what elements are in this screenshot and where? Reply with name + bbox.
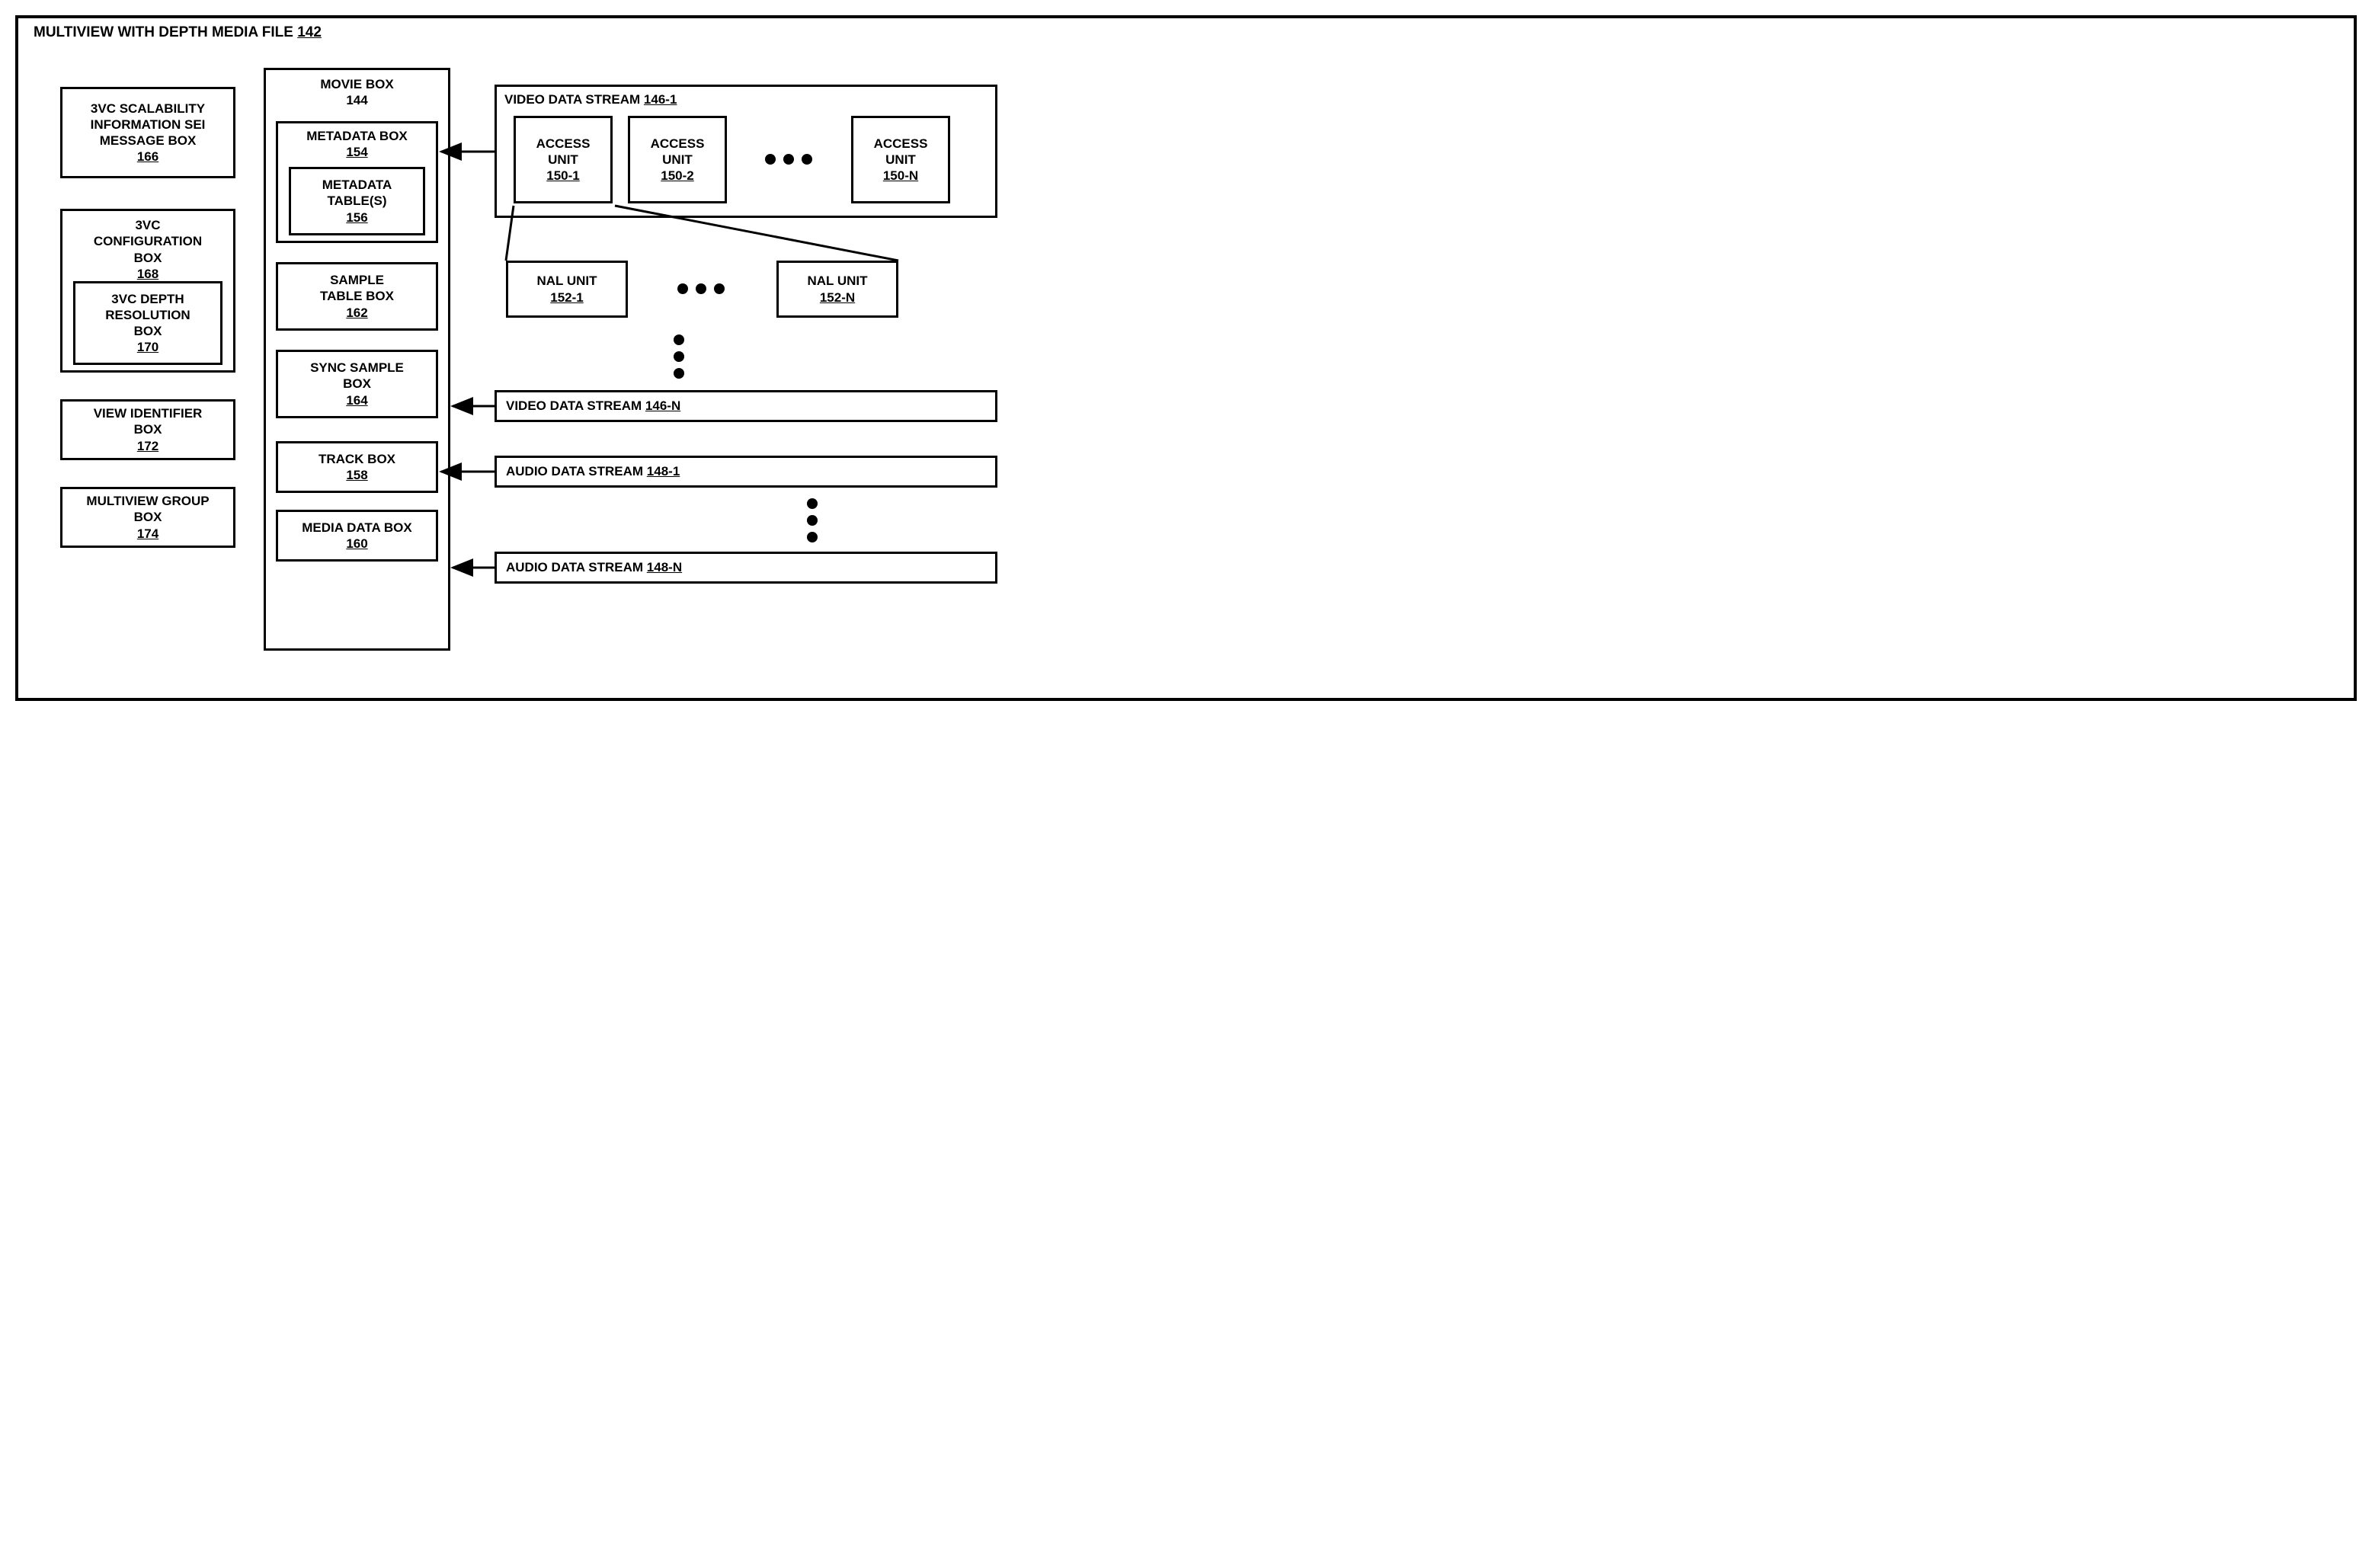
aun-ref: 150-N [883,168,918,184]
adsn-ref: 148-N [647,560,682,574]
naln-title: NAL UNIT [807,273,867,289]
mvgroup-ref: 174 [137,526,158,542]
config-l3: BOX [134,250,162,266]
au1-ref: 150-1 [546,168,579,184]
viewid-l1: VIEW IDENTIFIER [94,405,203,421]
media-data-box: MEDIA DATA BOX 160 [276,510,438,562]
movie-title: MOVIE BOX [320,76,393,92]
au2-ref: 150-2 [661,168,693,184]
metabox-title: METADATA BOX [306,128,408,144]
vds1-title-row: VIDEO DATA STREAM 146-1 [504,91,677,107]
mvgroup-l1: MULTIVIEW GROUP [86,493,209,509]
ads1-title: AUDIO DATA STREAM [506,464,643,478]
viewid-ref: 172 [137,438,158,454]
depth-ref: 170 [137,339,158,355]
depth-l2: RESOLUTION [105,307,190,323]
au2-l1: ACCESS [651,136,705,152]
au2-l2: UNIT [662,152,693,168]
file-title: MULTIVIEW WITH DEPTH MEDIA FILE 142 [34,24,322,41]
adsn-title-row: AUDIO DATA STREAM 148-N [506,559,682,575]
vdsn-title-row: VIDEO DATA STREAM 146-N [506,398,680,414]
nal1-title: NAL UNIT [536,273,597,289]
track-ref: 158 [346,467,367,483]
ellipsis-ads-icon [807,498,818,542]
config-ref: 168 [137,266,158,282]
file-title-text: MULTIVIEW WITH DEPTH MEDIA FILE [34,24,293,40]
metabox-ref: 154 [346,144,367,160]
file-container: MULTIVIEW WITH DEPTH MEDIA FILE 142 3VC … [15,15,2357,701]
track-box: TRACK BOX 158 [276,441,438,493]
nal-unit-n: NAL UNIT 152-N [776,261,898,318]
metadata-tables-box: METADATA TABLE(S) 156 [289,167,425,235]
adsn-title: AUDIO DATA STREAM [506,560,643,574]
metatable-l2: TABLE(S) [327,193,386,209]
depth-l1: 3VC DEPTH [111,291,184,307]
vds1-ref: 146-1 [644,92,677,107]
audio-data-stream-n: AUDIO DATA STREAM 148-N [495,552,997,584]
sync-l2: BOX [343,376,371,392]
sample-ref: 162 [346,305,367,321]
ellipsis-nal-icon [677,283,725,294]
sei-ref: 166 [137,149,158,165]
mediadata-ref: 160 [346,536,367,552]
sei-l3: MESSAGE BOX [100,133,197,149]
sample-l1: SAMPLE [330,272,384,288]
sei-l1: 3VC SCALABILITY [91,101,205,117]
metatable-l1: METADATA [322,177,392,193]
ellipsis-vds-icon [674,334,684,379]
sync-ref: 164 [346,392,367,408]
nal-unit-1: NAL UNIT 152-1 [506,261,628,318]
ads1-title-row: AUDIO DATA STREAM 148-1 [506,463,680,479]
sei-l2: INFORMATION SEI [91,117,206,133]
mvgroup-l2: BOX [134,509,162,525]
sei-message-box: 3VC SCALABILITY INFORMATION SEI MESSAGE … [60,87,235,178]
multiview-group-box: MULTIVIEW GROUP BOX 174 [60,487,235,548]
vdsn-ref: 146-N [645,398,680,413]
view-identifier-box: VIEW IDENTIFIER BOX 172 [60,399,235,460]
depth-resolution-box: 3VC DEPTH RESOLUTION BOX 170 [73,281,222,365]
sync-sample-box: SYNC SAMPLE BOX 164 [276,350,438,418]
track-title: TRACK BOX [319,451,395,467]
access-unit-1: ACCESS UNIT 150-1 [514,116,613,203]
metatable-ref: 156 [346,210,367,226]
ads1-ref: 148-1 [647,464,680,478]
audio-data-stream-1: AUDIO DATA STREAM 148-1 [495,456,997,488]
nal1-ref: 152-1 [550,290,583,306]
vdsn-title: VIDEO DATA STREAM [506,398,642,413]
au1-l2: UNIT [548,152,578,168]
viewid-l2: BOX [134,421,162,437]
naln-ref: 152-N [820,290,855,306]
access-unit-2: ACCESS UNIT 150-2 [628,116,727,203]
vds1-title: VIDEO DATA STREAM [504,92,640,107]
sample-table-box: SAMPLE TABLE BOX 162 [276,262,438,331]
aun-l2: UNIT [885,152,916,168]
config-l2: CONFIGURATION [94,233,202,249]
config-l1: 3VC [135,217,160,233]
ellipsis-au-icon [765,154,812,165]
access-unit-n: ACCESS UNIT 150-N [851,116,950,203]
movie-ref: 144 [346,92,367,108]
aun-l1: ACCESS [874,136,928,152]
sync-l1: SYNC SAMPLE [310,360,404,376]
mediadata-title: MEDIA DATA BOX [302,520,412,536]
au1-l1: ACCESS [536,136,591,152]
file-title-ref: 142 [297,24,322,40]
depth-l3: BOX [134,323,162,339]
video-data-stream-n: VIDEO DATA STREAM 146-N [495,390,997,422]
sample-l2: TABLE BOX [320,288,394,304]
